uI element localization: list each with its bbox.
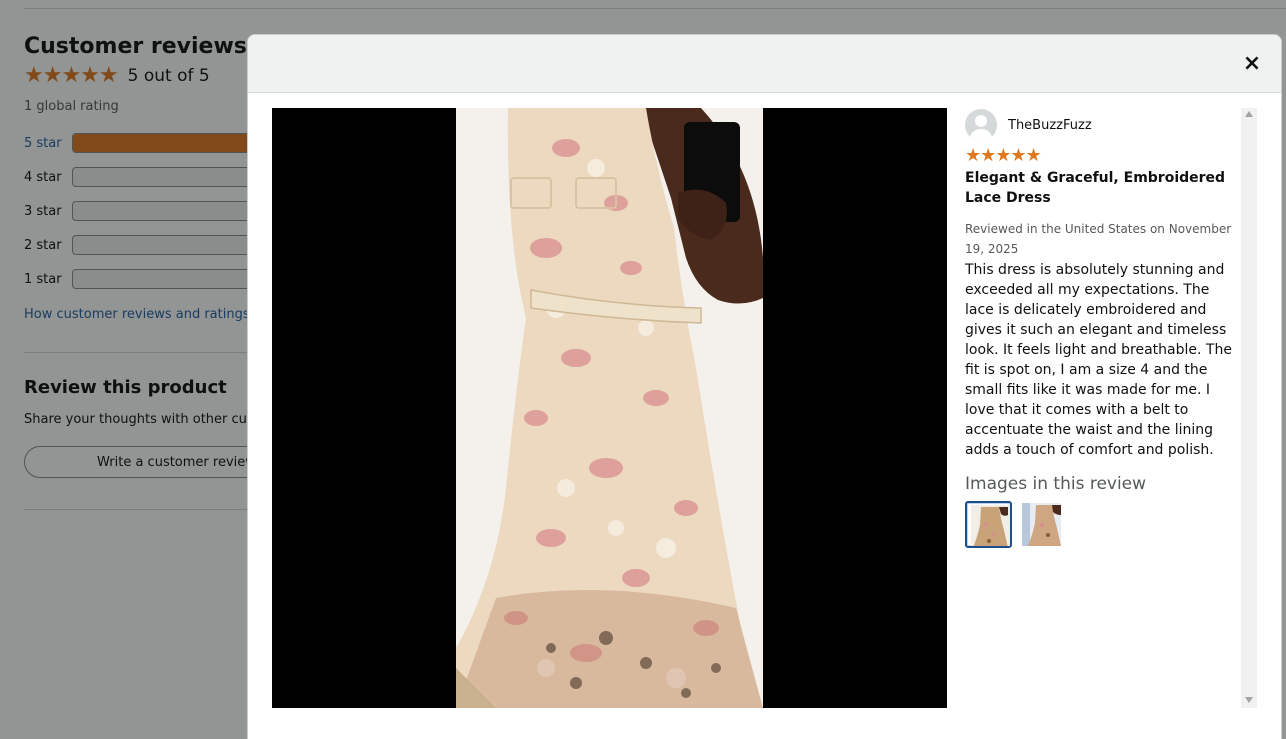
- review-panel-scrollbar[interactable]: [1241, 108, 1257, 708]
- thumbnail-dress-image: [971, 505, 1010, 546]
- avatar[interactable]: [965, 109, 997, 141]
- scroll-down-arrow-icon[interactable]: [1245, 697, 1253, 703]
- reviewer-profile[interactable]: TheBuzzFuzz: [965, 109, 1241, 141]
- review-details-panel: TheBuzzFuzz ★★★★★ Elegant & Graceful, Em…: [965, 108, 1241, 708]
- review-image-thumbnail-1[interactable]: [965, 501, 1012, 548]
- scroll-up-arrow-icon[interactable]: [1245, 111, 1253, 117]
- review-image-thumbnail-2[interactable]: [1018, 501, 1065, 548]
- dress-photo-illustration: [456, 108, 763, 708]
- review-image-thumbnails: [965, 501, 1241, 548]
- images-in-review-heading: Images in this review: [965, 474, 1147, 494]
- review-headline: Elegant & Graceful, Embroidered Lace Dre…: [965, 170, 1226, 206]
- review-image-viewer[interactable]: [272, 108, 947, 708]
- review-photo-dress: [456, 108, 763, 708]
- close-icon[interactable]: ×: [1241, 53, 1263, 75]
- review-date: Reviewed in the United States on Novembe…: [965, 222, 1232, 256]
- reviewer-name[interactable]: TheBuzzFuzz: [1008, 118, 1092, 133]
- review-image-modal: × TheBuzzFuzz ★★★★★ Elegant & Graceful, …: [247, 34, 1282, 739]
- thumbnail-dress-image: [1022, 503, 1061, 546]
- modal-header: ×: [248, 35, 1281, 93]
- review-body-text: This dress is absolutely stunning and ex…: [965, 262, 1232, 458]
- review-star-rating-icon: ★★★★★: [965, 145, 1042, 166]
